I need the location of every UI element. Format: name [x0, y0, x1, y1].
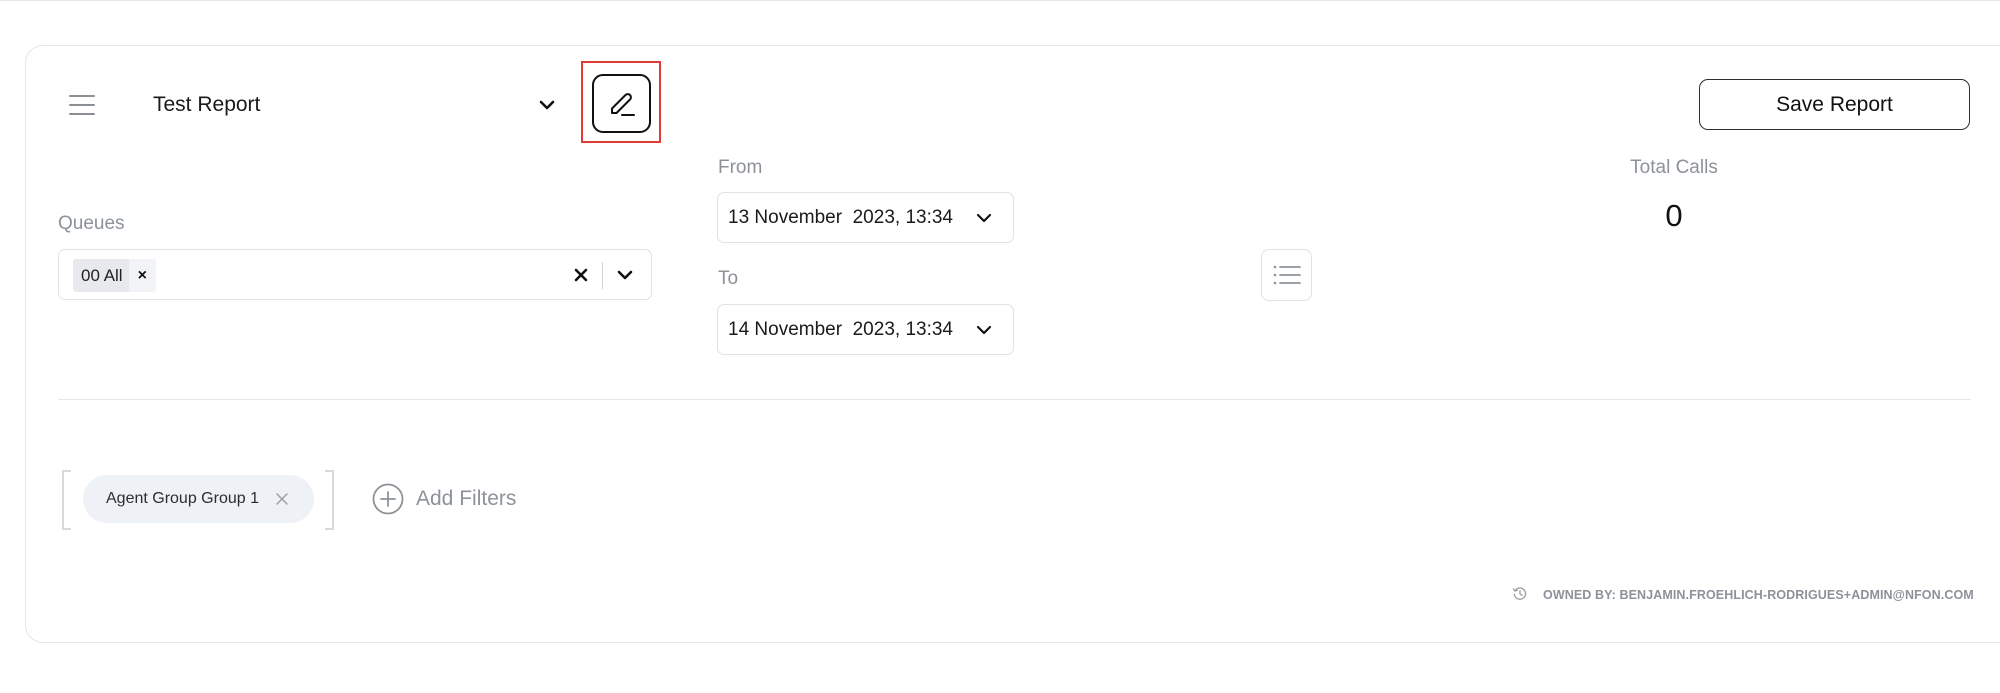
filter-chip[interactable]: Agent Group Group 1 [83, 475, 314, 523]
total-calls-value: 0 [1665, 198, 1683, 233]
hamburger-menu-icon [69, 95, 95, 97]
save-report-button[interactable]: Save Report [1699, 79, 1970, 130]
clear-queues-button[interactable] [570, 264, 592, 286]
hamburger-line [69, 104, 95, 106]
hamburger-line [69, 113, 95, 115]
filter-group-bracket-right [325, 470, 334, 530]
pencil-icon [610, 92, 635, 116]
queues-label: Queues [58, 213, 125, 234]
list-icon [1273, 265, 1301, 285]
edit-report-button[interactable] [592, 74, 651, 133]
close-icon [574, 268, 588, 282]
queues-select[interactable]: 00 All × [58, 249, 652, 300]
to-date-picker[interactable]: 14 November 2023, 13:34 [717, 304, 1014, 355]
queues-dropdown-toggle[interactable] [614, 264, 636, 286]
chevron-down-icon [976, 213, 992, 223]
filter-chip-label: Agent Group Group 1 [106, 490, 259, 507]
section-divider [58, 399, 1971, 400]
separator [602, 262, 603, 289]
queue-chip: 00 All × [73, 259, 156, 292]
queue-chip-label: 00 All [73, 259, 129, 292]
from-date-value: 13 November 2023, 13:34 [728, 207, 953, 228]
top-divider [0, 0, 2000, 1]
menu-button[interactable] [69, 95, 95, 115]
filter-group-bracket-left [62, 470, 71, 530]
chevron-down-icon [976, 325, 992, 335]
columns-list-button[interactable] [1261, 249, 1312, 301]
chevron-down-icon [539, 100, 555, 110]
chevron-down-icon [617, 270, 633, 280]
report-select-dropdown[interactable] [536, 94, 558, 116]
total-calls-label: Total Calls [1630, 157, 1718, 178]
history-icon [1512, 587, 1527, 600]
plus-circle-icon [372, 483, 404, 515]
to-date-value: 14 November 2023, 13:34 [728, 319, 953, 340]
add-filters-button[interactable]: Add Filters [371, 482, 516, 516]
report-name[interactable]: Test Report [153, 93, 260, 117]
to-label: To [718, 268, 739, 289]
add-filters-label: Add Filters [416, 487, 517, 510]
owner-info: OWNED BY: BENJAMIN.FROEHLICH-RODRIGUES+A… [1543, 588, 1974, 602]
from-label: From [718, 157, 763, 178]
from-date-picker[interactable]: 13 November 2023, 13:34 [717, 192, 1014, 243]
close-icon[interactable] [273, 490, 291, 508]
chip-remove-button[interactable]: × [128, 259, 156, 292]
